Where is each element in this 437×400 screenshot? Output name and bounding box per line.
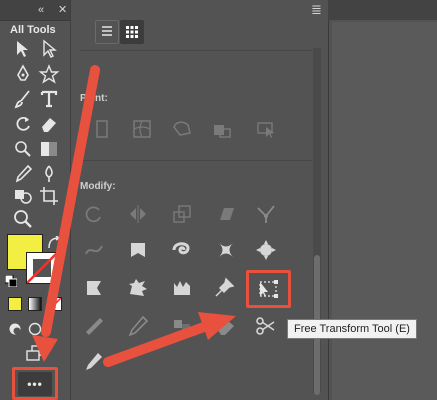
annotation-arrow-right [103, 319, 217, 367]
annotation-arrow-down [41, 65, 100, 337]
annotation-arrow-down-head [32, 335, 58, 362]
annotation-arrow-right-head [198, 312, 236, 340]
annotation-arrows [32, 65, 236, 367]
